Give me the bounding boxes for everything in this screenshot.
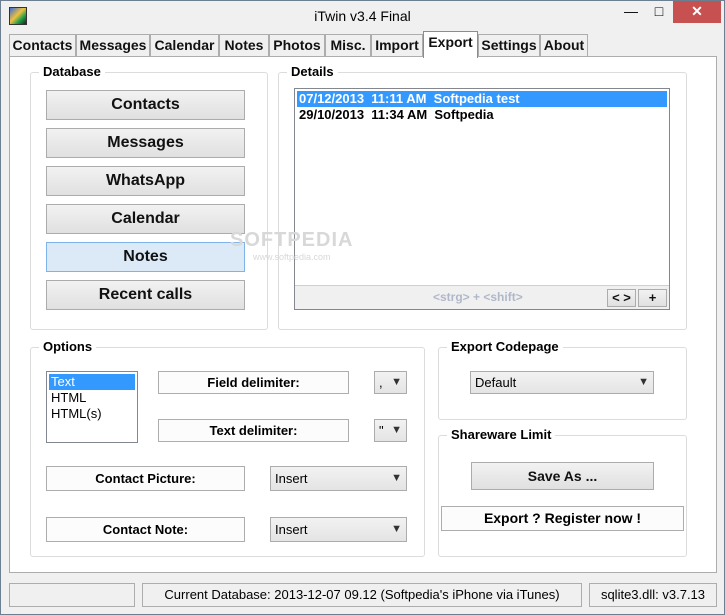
calendar-button[interactable]: Calendar xyxy=(46,204,245,234)
format-item[interactable]: Text xyxy=(49,374,135,390)
chevron-down-icon: ▼ xyxy=(638,376,649,388)
tab-notes[interactable]: Notes xyxy=(219,34,269,57)
details-list[interactable]: 07/12/2013 11:11 AM Softpedia test 29/10… xyxy=(294,88,670,310)
tab-export[interactable]: Export xyxy=(423,31,478,58)
chevron-down-icon: ▼ xyxy=(391,376,402,388)
status-database: Current Database: 2013-12-07 09.12 (Soft… xyxy=(142,583,582,607)
export-panel: Database Contacts Messages WhatsApp Cale… xyxy=(9,56,717,573)
softpedia-watermark: SOFTPEDIA www.softpedia.com xyxy=(230,229,353,262)
status-dll-version: sqlite3.dll: v3.7.13 xyxy=(589,583,717,607)
contact-note-label: Contact Note: xyxy=(46,517,245,542)
options-group-label: Options xyxy=(39,339,97,354)
codepage-select[interactable]: Default ▼ xyxy=(470,371,654,394)
contact-picture-label: Contact Picture: xyxy=(46,466,245,491)
contacts-button[interactable]: Contacts xyxy=(46,90,245,120)
field-delimiter-label: Field delimiter: xyxy=(158,371,349,394)
field-delimiter-select[interactable]: , ▼ xyxy=(374,371,407,394)
maximize-button[interactable]: □ xyxy=(645,1,673,23)
whatsapp-button[interactable]: WhatsApp xyxy=(46,166,245,196)
contact-picture-value: Insert xyxy=(275,471,308,486)
register-link[interactable]: Export ? Register now ! xyxy=(441,506,684,531)
tab-calendar[interactable]: Calendar xyxy=(150,34,219,57)
database-group-label: Database xyxy=(39,64,105,79)
details-group-label: Details xyxy=(287,64,338,79)
save-as-button[interactable]: Save As ... xyxy=(471,462,654,490)
status-left xyxy=(9,583,135,607)
watermark-text: SOFTPEDIA xyxy=(230,229,354,251)
contact-note-select[interactable]: Insert ▼ xyxy=(270,517,407,542)
text-delimiter-value: " xyxy=(379,423,384,438)
tab-messages[interactable]: Messages xyxy=(76,34,150,57)
navigate-button[interactable]: < > xyxy=(607,289,636,307)
tab-contacts[interactable]: Contacts xyxy=(9,34,76,57)
messages-button[interactable]: Messages xyxy=(46,128,245,158)
close-button[interactable]: ✕ xyxy=(673,1,721,23)
watermark-url: www.softpedia.com xyxy=(252,252,331,262)
contact-note-value: Insert xyxy=(275,522,308,537)
codepage-group-label: Export Codepage xyxy=(447,339,563,354)
format-item[interactable]: HTML(s) xyxy=(49,406,135,422)
recent-calls-button[interactable]: Recent calls xyxy=(46,280,245,310)
details-list-item[interactable]: 07/12/2013 11:11 AM Softpedia test xyxy=(297,91,667,107)
field-delimiter-value: , xyxy=(379,375,383,390)
tab-about[interactable]: About xyxy=(540,34,588,57)
tab-import[interactable]: Import xyxy=(371,34,423,57)
tab-settings[interactable]: Settings xyxy=(478,34,540,57)
details-list-item[interactable]: 29/10/2013 11:34 AM Softpedia xyxy=(297,107,667,123)
chevron-down-icon: ▼ xyxy=(391,523,402,535)
format-item[interactable]: HTML xyxy=(49,390,135,406)
notes-button[interactable]: Notes xyxy=(46,242,245,272)
window-title: iTwin v3.4 Final xyxy=(314,8,411,24)
shareware-group-label: Shareware Limit xyxy=(447,427,556,442)
chevron-down-icon: ▼ xyxy=(391,472,402,484)
app-window: iTwin v3.4 Final — □ ✕ Contacts Messages… xyxy=(0,0,725,615)
add-button[interactable]: + xyxy=(638,289,667,307)
selection-hint: <strg> + <shift> xyxy=(433,290,523,304)
minimize-button[interactable]: — xyxy=(617,1,645,23)
title-bar[interactable]: iTwin v3.4 Final — □ ✕ xyxy=(1,1,724,31)
shareware-group: Shareware Limit xyxy=(438,427,687,557)
contact-picture-select[interactable]: Insert ▼ xyxy=(270,466,407,491)
tab-photos[interactable]: Photos xyxy=(269,34,325,57)
text-delimiter-label: Text delimiter: xyxy=(158,419,349,442)
codepage-value: Default xyxy=(475,375,517,390)
details-footer: <strg> + <shift> < > + xyxy=(295,285,669,309)
format-list[interactable]: Text HTML HTML(s) xyxy=(46,371,138,443)
text-delimiter-select[interactable]: " ▼ xyxy=(374,419,407,442)
tab-misc[interactable]: Misc. xyxy=(325,34,371,57)
chevron-down-icon: ▼ xyxy=(391,424,402,436)
